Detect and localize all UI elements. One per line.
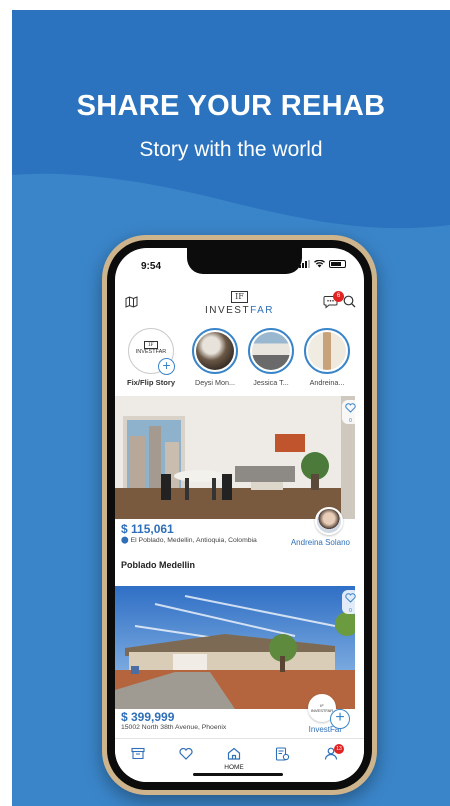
listing-address: 15002 North 38th Avenue, Phoenix: [121, 724, 227, 731]
stories-row: IF INVESTFAR + Fix/Flip Story Deysi Mon..…: [115, 326, 364, 396]
owner-avatar[interactable]: [315, 507, 343, 535]
tab-archive[interactable]: [127, 747, 149, 765]
logo-mark: IF: [231, 291, 248, 303]
story-item[interactable]: Andreina...: [299, 328, 355, 387]
archive-icon: [131, 747, 145, 760]
story-logo-mark: IF: [144, 341, 158, 349]
bottom-tab-bar: HOME 13: [115, 738, 364, 782]
story-item[interactable]: Deysi Mon...: [187, 328, 243, 387]
listing-title: Poblado Medellin: [121, 560, 196, 570]
add-post-button[interactable]: +: [330, 709, 350, 729]
home-indicator: [193, 773, 283, 776]
favorite-count: 0: [349, 418, 352, 424]
listing-price: $ 399,999: [121, 710, 175, 724]
heart-icon: [179, 747, 193, 760]
listing-address-text: El Poblado, Medellin, Antioquia, Colombi…: [130, 537, 257, 544]
listing-photo[interactable]: 0: [115, 396, 364, 519]
heart-outline-icon: [345, 403, 356, 413]
tab-favorites[interactable]: [175, 747, 197, 765]
phone-notch: [187, 248, 302, 274]
status-icons: [299, 260, 346, 268]
location-pin-icon: ⬤: [121, 537, 129, 544]
story-logo-word: INVESTFAR: [135, 349, 167, 355]
tab-profile[interactable]: 13: [320, 744, 344, 765]
logo-word-invest: INVEST: [204, 305, 251, 316]
listing-address: ⬤ El Poblado, Medellin, Antioquia, Colomb…: [121, 537, 261, 545]
listing-card[interactable]: 0 $ 115,061 ⬤ El Poblado, Medellin, Antio…: [115, 396, 364, 584]
promo-subheadline: Story with the world: [139, 138, 323, 161]
story-logo: IF INVESTFAR: [131, 331, 171, 356]
logo-word-far: FAR: [250, 305, 275, 316]
cellular-icon: [299, 260, 310, 268]
add-story-plus-icon[interactable]: +: [158, 358, 175, 375]
tab-home[interactable]: HOME: [223, 747, 245, 771]
phone-bezel: 9:54 IF INVESTFAR 6 IF INVESTFAR + Fix/F…: [107, 240, 372, 790]
favorite-button[interactable]: 0: [342, 400, 359, 424]
status-time: 9:54: [141, 261, 162, 272]
story-label: Jessica T...: [253, 378, 289, 387]
story-label: Andreina...: [309, 378, 345, 387]
battery-icon: [329, 260, 346, 268]
listing-photo[interactable]: 0: [115, 586, 364, 709]
story-avatar: [192, 328, 238, 374]
story-label: Fix/Flip Story: [126, 378, 176, 387]
story-item[interactable]: Jessica T...: [243, 328, 299, 387]
app-header: IF INVESTFAR 6: [115, 282, 364, 324]
home-icon: [227, 747, 241, 760]
owner-name[interactable]: Andreina Solano: [291, 538, 350, 547]
favorite-count: 0: [349, 608, 352, 614]
story-avatar: [304, 328, 350, 374]
phone-frame: 9:54 IF INVESTFAR 6 IF INVESTFAR + Fix/F…: [102, 235, 377, 795]
story-logo-avatar: IF INVESTFAR +: [128, 328, 175, 375]
tab-home-label: HOME: [224, 764, 244, 771]
listing-price: $ 115,061: [121, 522, 174, 536]
promo-banner: SHARE YOUR REHAB Story with the world 9:…: [12, 10, 450, 806]
app-screen: 9:54 IF INVESTFAR 6 IF INVESTFAR + Fix/F…: [115, 248, 364, 782]
favorite-button[interactable]: 0: [342, 590, 359, 614]
story-avatar: [248, 328, 294, 374]
story-label: Deysi Mon...: [195, 378, 235, 387]
house-exterior-photo: [115, 586, 359, 709]
living-room-photo: [115, 396, 355, 519]
listing-card[interactable]: 0 $ 399,999 15002 North 38th Avenue, Pho…: [115, 586, 364, 746]
promo-headline: SHARE YOUR REHAB: [76, 90, 386, 122]
profile-badge: 13: [334, 744, 344, 754]
tab-documents[interactable]: [271, 747, 293, 766]
avatar-logo-word: INVESTFAR: [310, 708, 334, 713]
search-icon[interactable]: [343, 295, 356, 308]
document-settings-icon: [275, 747, 289, 761]
background-wave: [12, 10, 450, 229]
heart-outline-icon: [345, 593, 356, 603]
story-add-fixflip[interactable]: IF INVESTFAR + Fix/Flip Story: [123, 328, 179, 387]
wifi-icon: [314, 260, 325, 268]
